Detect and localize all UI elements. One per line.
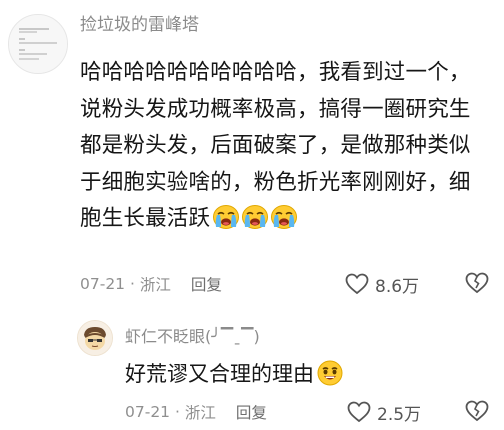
reply-button[interactable]: 回复 (191, 273, 222, 295)
heart-icon (345, 273, 369, 295)
comment-date: 07-21 (80, 275, 126, 293)
comment-body: 哈哈哈哈哈哈哈哈哈哈，我看到过一个，说粉头发成功概率极高，搞得一圈研究生都是粉头… (80, 55, 478, 238)
reply-dislike-button[interactable] (465, 400, 489, 426)
meta-separator: · (170, 403, 185, 421)
comment-location: 浙江 (139, 276, 171, 294)
reply-avatar[interactable] (77, 320, 113, 356)
reply-reply-button[interactable]: 回复 (236, 401, 267, 423)
like-count: 8.6万 (375, 276, 420, 297)
broken-heart-icon (465, 400, 489, 422)
meta-separator: · (125, 275, 140, 293)
emoji-group (212, 203, 298, 231)
reply-location: 浙江 (184, 404, 216, 422)
reply-date: 07-21 (125, 403, 171, 421)
loudly-crying-face-icon (270, 203, 298, 231)
avatar-notes-icon (9, 15, 67, 73)
reply-like-count: 2.5万 (377, 404, 422, 425)
comment-meta: 07-21 · 浙江 回复 (80, 271, 222, 297)
cartoon-face-icon (78, 321, 112, 355)
broken-heart-icon (465, 272, 489, 294)
reply-like-button[interactable]: 2.5万 (347, 399, 421, 425)
heart-icon (347, 401, 371, 423)
reply-text: 好荒谬又合理的理由 (125, 362, 314, 386)
comment-username[interactable]: 捡垃圾的雷峰塔 (80, 10, 199, 35)
avatar[interactable] (8, 14, 68, 74)
loudly-crying-face-icon (212, 203, 240, 231)
reply-body: 好荒谬又合理的理由 (125, 358, 344, 388)
like-button[interactable]: 8.6万 (345, 271, 419, 297)
comment-thread: 捡垃圾的雷峰塔 哈哈哈哈哈哈哈哈哈哈，我看到过一个，说粉头发成功概率极高，搞得一… (0, 0, 504, 430)
dislike-button[interactable] (465, 272, 489, 298)
reply-meta: 07-21 · 浙江 回复 (125, 399, 267, 425)
reply-username[interactable]: 虾仁不眨眼(╯▔ˍ▔) (125, 323, 260, 347)
loudly-crying-face-icon (241, 203, 269, 231)
grinning-face-icon (316, 359, 344, 387)
